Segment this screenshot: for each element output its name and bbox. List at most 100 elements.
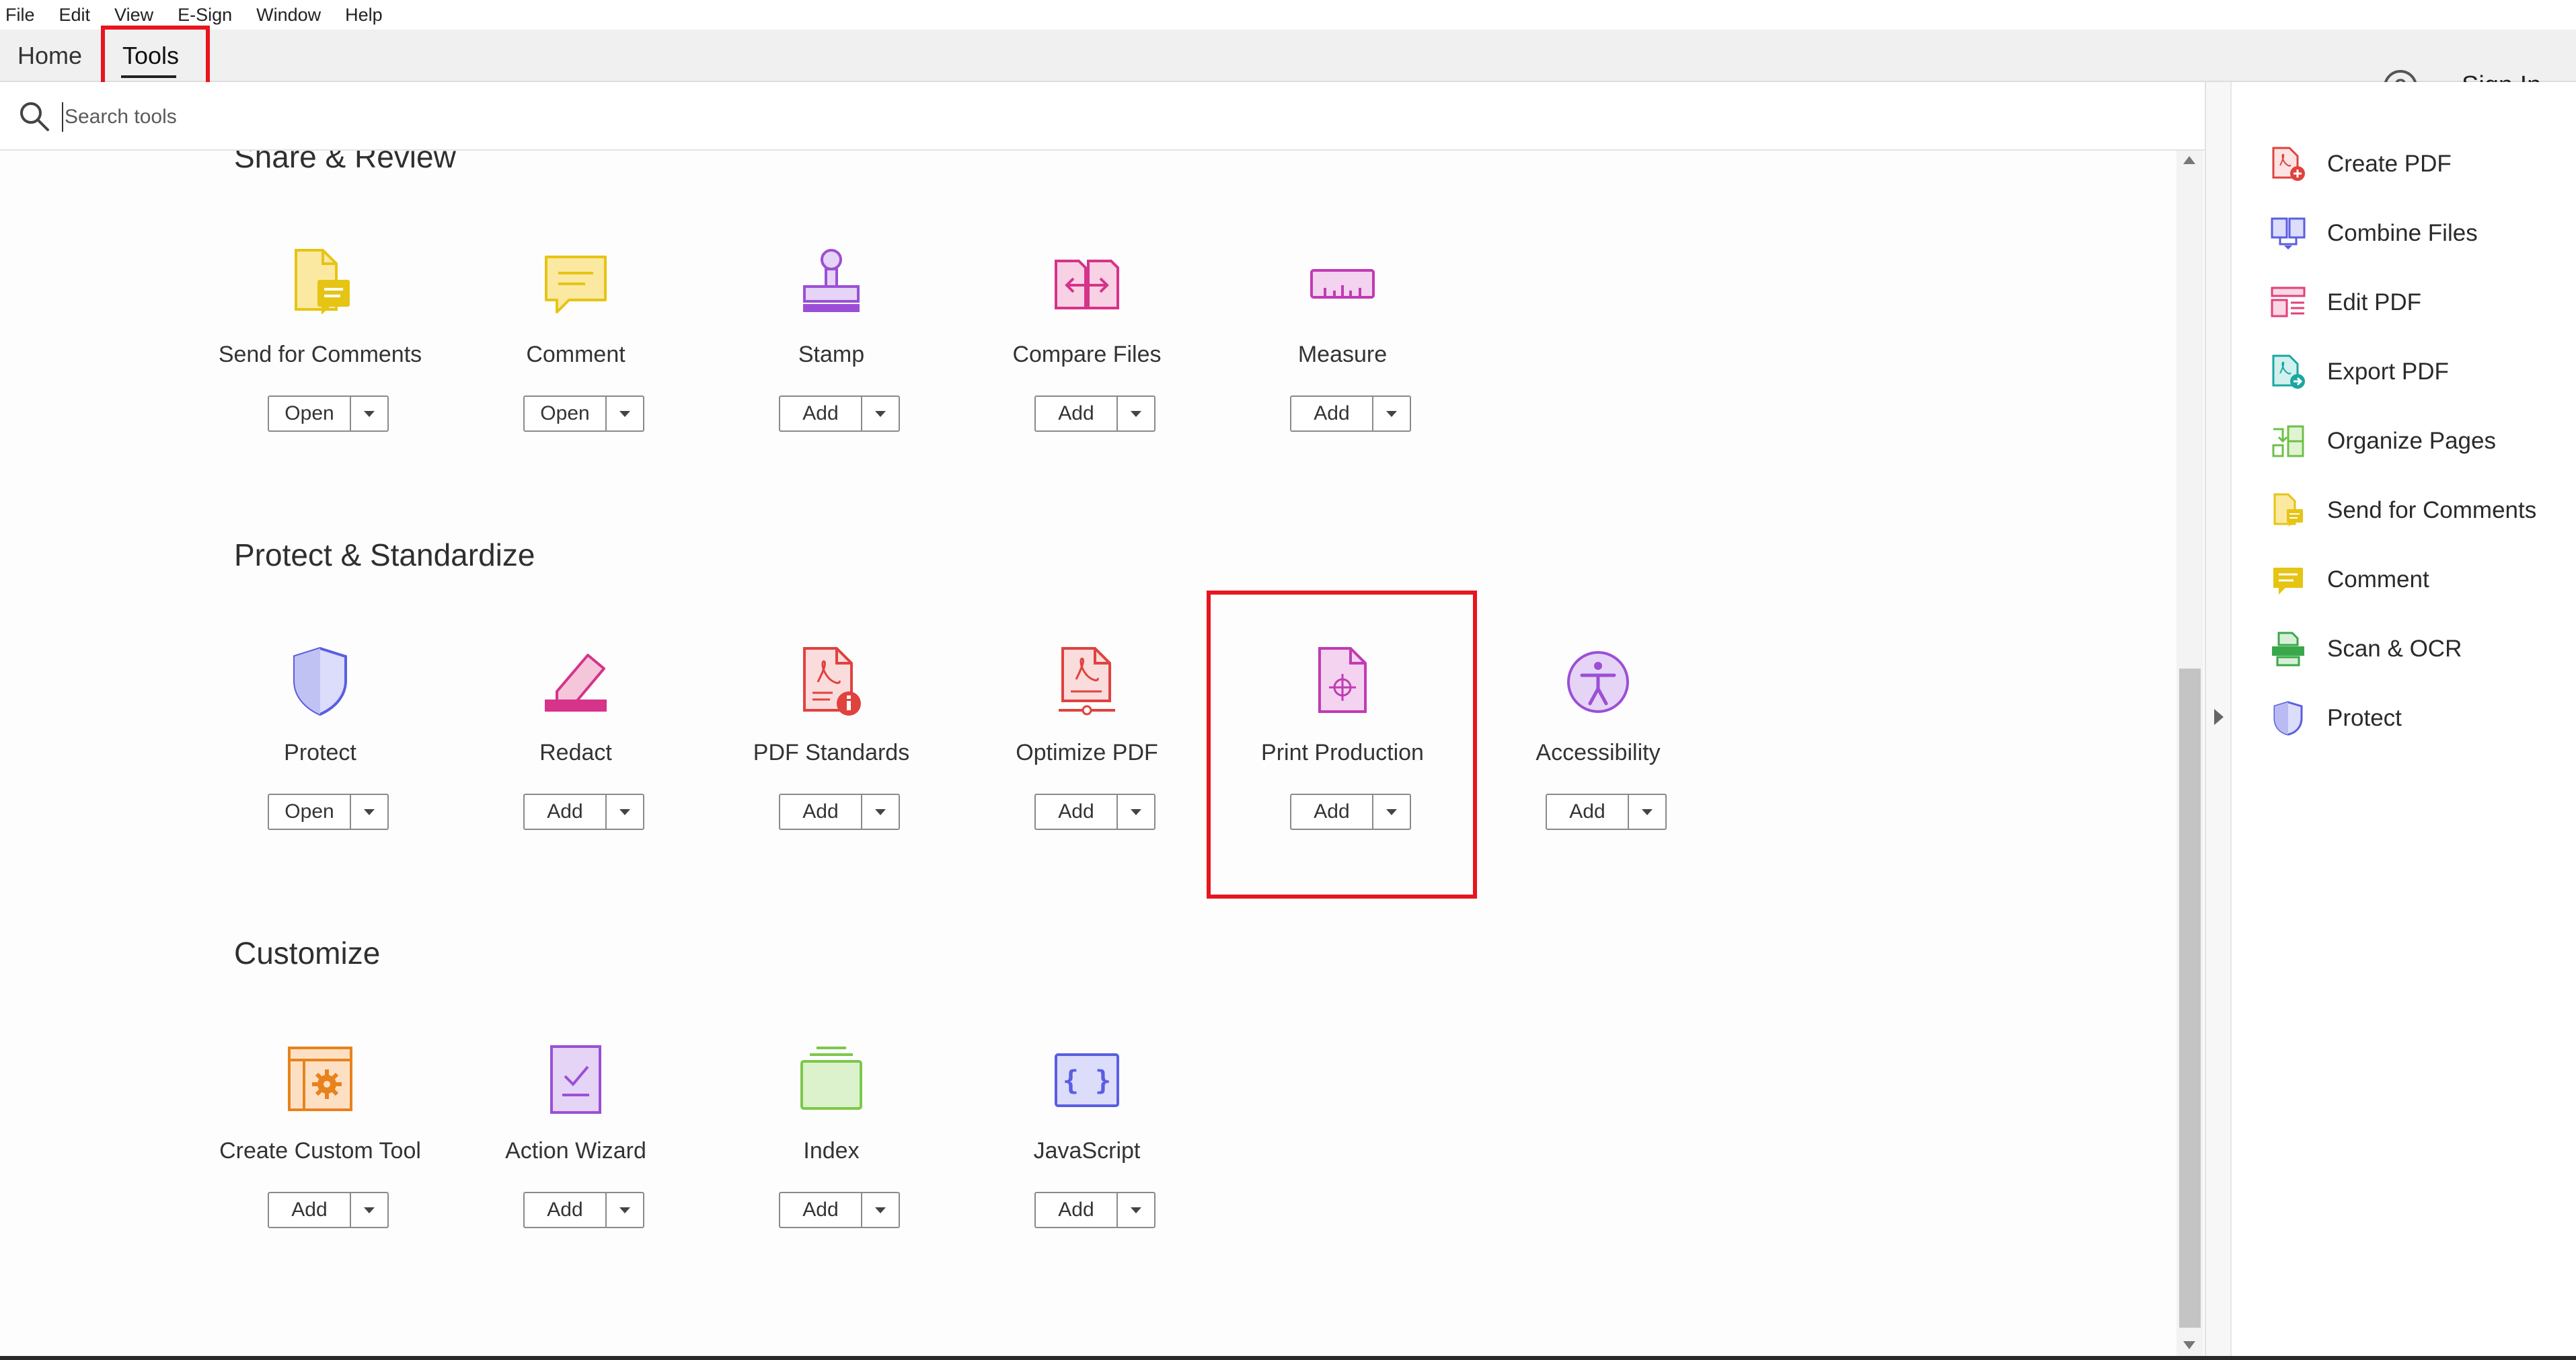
organize-pages-icon [2272,425,2304,457]
export-pdf-icon [2272,354,2305,389]
add-button-main[interactable]: Add [1036,397,1118,430]
menu-help[interactable]: Help [345,5,383,26]
accessibility-icon[interactable] [1564,644,1632,718]
menu-view[interactable]: View [114,5,153,26]
dropdown-button[interactable] [607,397,643,430]
right-panel-label: Export PDF [2327,358,2449,385]
right-panel-item-send-for-comments[interactable]: Send for Comments [2271,490,2567,531]
chevron-down-icon [619,410,630,417]
add-button-main[interactable]: Add [780,1193,862,1227]
open-button-main[interactable]: Open [269,397,351,430]
add-button: Add [523,794,644,830]
section-title-customize: Customize [234,936,381,971]
right-panel-label: Edit PDF [2327,289,2422,315]
protect-icon[interactable] [287,644,354,718]
menu-edit[interactable]: Edit [59,5,91,26]
dropdown-button[interactable] [862,397,899,430]
index-icon[interactable] [798,1043,865,1117]
dropdown-button[interactable] [607,795,643,829]
open-button-main[interactable]: Open [525,397,607,430]
tool-label: Send for Comments [218,342,422,367]
dropdown-button[interactable] [607,1193,643,1227]
protect-icon [2273,701,2303,736]
add-button-main[interactable]: Add [525,795,607,829]
add-button-main[interactable]: Add [1036,1193,1118,1227]
dropdown-button[interactable] [1118,397,1154,430]
action-wizard-icon[interactable] [542,1043,609,1117]
redact-icon[interactable] [542,644,609,718]
pdf-standards-icon[interactable] [798,644,865,718]
right-panel-label: Protect [2327,705,2402,731]
add-button: Add [1034,1192,1156,1228]
right-panel-label: Create PDF [2327,151,2452,177]
add-button-main[interactable]: Add [1291,397,1373,430]
optimize-pdf-icon[interactable] [1053,644,1121,718]
right-panel-item-edit-pdf[interactable]: Edit PDF [2271,282,2567,323]
measure-icon[interactable] [1309,246,1376,320]
scroll-up-arrow[interactable] [2183,156,2195,164]
add-button: Add [1034,395,1156,432]
dropdown-button[interactable] [1629,795,1665,829]
dropdown-button[interactable] [351,397,387,430]
right-panel-item-protect[interactable]: Protect [2271,698,2567,739]
dropdown-button[interactable] [351,795,387,829]
right-panel-item-organize-pages[interactable]: Organize Pages [2271,421,2567,461]
scrollbar[interactable] [2176,151,2203,1360]
menu-window[interactable]: Window [256,5,321,26]
chevron-down-icon [1386,410,1397,417]
tool-label: PDF Standards [753,740,910,765]
tab-home[interactable]: Home [17,42,82,70]
right-panel-label: Comment [2327,566,2429,593]
combine-files-icon [2271,217,2306,250]
dropdown-button[interactable] [1118,1193,1154,1227]
javascript-icon[interactable]: { } [1053,1043,1121,1117]
add-button-main[interactable]: Add [780,795,862,829]
bottom-border [0,1356,2576,1360]
right-panel-item-create-pdf[interactable]: Create PDF [2271,144,2567,184]
open-button-main[interactable]: Open [269,795,351,829]
add-button: Add [1034,794,1156,830]
dropdown-button[interactable] [1373,397,1410,430]
compare-files-icon[interactable] [1053,246,1121,320]
scroll-thumb[interactable] [2179,669,2201,1328]
right-panel-item-comment[interactable]: Comment [2271,560,2567,600]
chevron-down-icon [1131,1207,1141,1213]
add-button: Add [268,1192,389,1228]
search-input[interactable] [62,102,734,132]
panel-collapse-handle[interactable] [2205,82,2230,1360]
add-button: Add [1546,794,1667,830]
chevron-down-icon [364,808,375,815]
stamp-icon[interactable] [798,246,865,320]
tool-redact: Redact Add [448,644,704,860]
tool-compare-files: Compare Files Add [959,246,1215,461]
open-button: Open [268,794,389,830]
tool-label: JavaScript [1033,1138,1141,1164]
scroll-down-arrow[interactable] [2183,1341,2195,1349]
right-panel-item-scan-ocr[interactable]: Scan & OCR [2271,629,2567,669]
comment-icon[interactable] [542,246,609,320]
search-icon [20,102,49,131]
right-panel-item-export-pdf[interactable]: Export PDF [2271,352,2567,392]
chevron-down-icon [875,410,886,417]
create-custom-tool-icon[interactable] [287,1043,354,1117]
menu-file[interactable]: File [5,5,35,26]
add-button-main[interactable]: Add [1547,795,1629,829]
tool-label: Stamp [798,342,865,367]
add-button-main[interactable]: Add [269,1193,351,1227]
send-for-comments-icon[interactable] [287,246,354,320]
search-bar [0,82,2205,151]
add-button-main[interactable]: Add [1036,795,1118,829]
right-panel-item-combine-files[interactable]: Combine Files [2271,213,2567,254]
tool-label: Index [803,1138,860,1164]
dropdown-button[interactable] [862,1193,899,1227]
add-button-main[interactable]: Add [780,397,862,430]
chevron-down-icon [619,1207,630,1213]
add-button: Add [779,395,900,432]
dropdown-button[interactable] [351,1193,387,1227]
add-button-main[interactable]: Add [525,1193,607,1227]
menu-esign[interactable]: E-Sign [178,5,232,26]
right-panel-label: Combine Files [2327,220,2478,246]
dropdown-button[interactable] [1118,795,1154,829]
open-button: Open [523,395,644,432]
dropdown-button[interactable] [862,795,899,829]
